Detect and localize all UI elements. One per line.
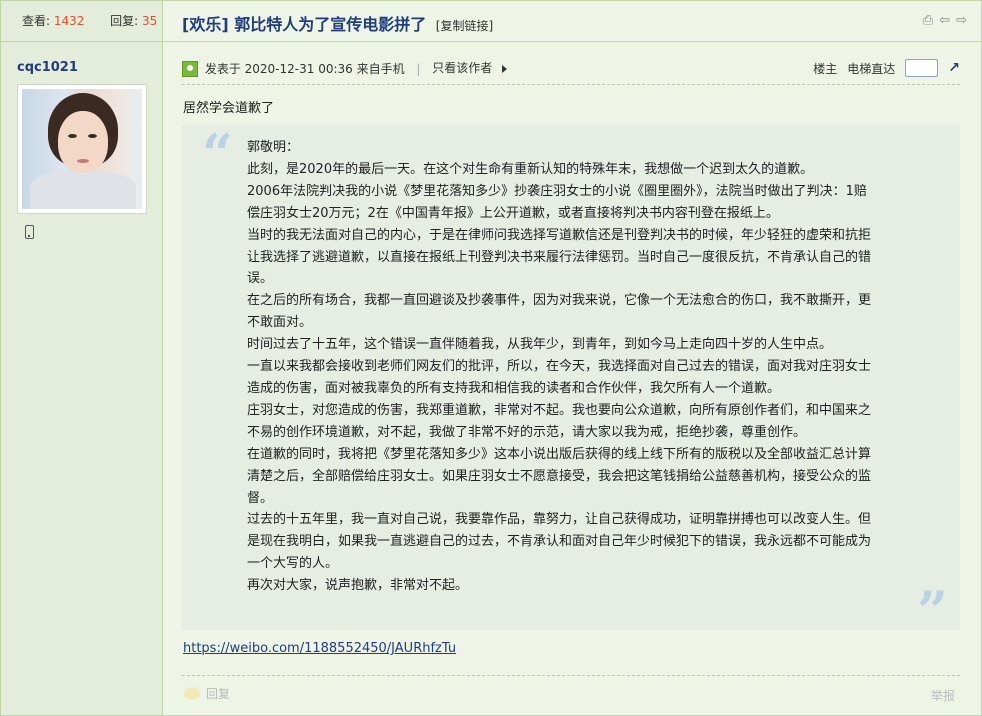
reply-icon (184, 687, 200, 700)
quote-line: 过去的十五年里，我一直对自己说，我要靠作品，靠努力，让自己获得成功，证明靠拼搏也… (247, 512, 872, 572)
quote-line: 再次对大家，说声抱歉，非常对不起。 (247, 578, 469, 594)
quote-line: 时间过去了十五年，这个错误一直伴随着我，从我年少，到青年，到如今马上走向四十岁的… (247, 337, 833, 353)
divider (182, 675, 960, 676)
thread-tools: ⎙ ⇦ ⇨ (923, 14, 967, 28)
open-quote-icon: “ (202, 122, 234, 186)
post-main: [欢乐] 郭比特人为了宣传电影拼了 [复制链接] ⎙ ⇦ ⇨ 发表于 2020-… (163, 1, 981, 715)
quote-line: 在道歉的同时，我将把《梦里花落知多少》这本小说出版后获得的线上线下所有的版税以及… (247, 446, 872, 506)
thread-title: [欢乐] 郭比特人为了宣传电影拼了 [复制链接] (182, 11, 493, 35)
online-status-icon (182, 60, 198, 77)
floor-jump-input[interactable] (905, 59, 939, 77)
views-count: 1432 (53, 14, 85, 28)
quote-line: 在之后的所有场合，我都一直回避谈及抄袭事件，因为对我来说，它像一个无法愈合的伤口… (247, 293, 872, 331)
meta-divider: | (416, 61, 421, 76)
views-label: 查看: (22, 14, 51, 28)
replies-count: 35 (141, 14, 158, 28)
copy-link-button[interactable]: [复制链接] (436, 19, 493, 33)
chevron-right-icon (502, 64, 508, 73)
print-icon[interactable]: ⎙ (923, 14, 933, 28)
author-sidebar: 查看: 1432 回复: 35 cqc1021 (1, 1, 163, 715)
prev-thread-icon[interactable]: ⇦ (939, 14, 950, 28)
post-meta-right: 楼主 电梯直达 ↗ (813, 59, 960, 77)
post-date: 发表于 2020-12-31 00:36 来自手机 (204, 62, 405, 76)
jump-label: 电梯直达 (847, 61, 896, 76)
replies-label: 回复: (110, 14, 139, 28)
post-lead-text: 居然学会道歉了 (183, 101, 275, 116)
quote-line: 此刻，是2020年的最后一天。在这个对生命有重新认知的特殊年末，我想做一个迟到太… (247, 161, 814, 177)
quote-line: 当时的我无法面对自己的内心，于是在律师问我选择写道歉信还是刊登判决书的时候，年少… (247, 227, 872, 287)
avatar-image (22, 89, 142, 209)
avatar[interactable] (17, 84, 147, 214)
author-name[interactable]: cqc1021 (17, 60, 78, 75)
next-thread-icon[interactable]: ⇨ (956, 14, 967, 28)
post-meta: 发表于 2020-12-31 00:36 来自手机 | 只看该作者 楼主 电梯直… (182, 59, 960, 81)
quote-line: 庄羽女士，对您造成的伤害，我郑重道歉，非常对不起。我也要向公众道歉，向所有原创作… (247, 402, 872, 440)
close-quote-icon: ” (916, 579, 948, 643)
forum-post-page: 查看: 1432 回复: 35 cqc1021 [欢乐] 郭比特人为了宣传电影拼… (0, 0, 982, 716)
only-author-link[interactable]: 只看该作者 (432, 61, 492, 75)
divider (182, 84, 960, 85)
quote-line: 一直以来我都会接收到老师们网友们的批评，所以，在今天，我选择面对自己过去的错误，… (247, 359, 872, 396)
quote-block: “ 郭敬明： 此刻，是2020年的最后一天。在这个对生命有重新认知的特殊年末，我… (182, 122, 960, 638)
go-icon[interactable]: ↗ (948, 60, 960, 76)
floor-label: 楼主 (813, 61, 838, 76)
quote-body: 郭敬明： 此刻，是2020年的最后一天。在这个对生命有重新认知的特殊年末，我想做… (247, 137, 879, 597)
thread-title-text: [欢乐] 郭比特人为了宣传电影拼了 (182, 15, 427, 34)
reply-button[interactable]: 回复 (184, 685, 230, 702)
quote-line: 郭敬明： (247, 140, 300, 155)
quote-line: 2006年法院判决我的小说《梦里花落知多少》抄袭庄羽女士的小说《圈里圈外》，法院… (247, 183, 867, 221)
thread-title-bar: [欢乐] 郭比特人为了宣传电影拼了 [复制链接] ⎙ ⇦ ⇨ (163, 1, 981, 42)
mobile-phone-icon (25, 225, 34, 239)
reply-label: 回复 (206, 687, 231, 701)
weibo-link[interactable]: https://weibo.com/1188552450/JAURhfzTu (183, 641, 456, 656)
thread-stats: 查看: 1432 回复: 35 (1, 1, 162, 42)
report-button[interactable]: 举报 (931, 687, 955, 704)
